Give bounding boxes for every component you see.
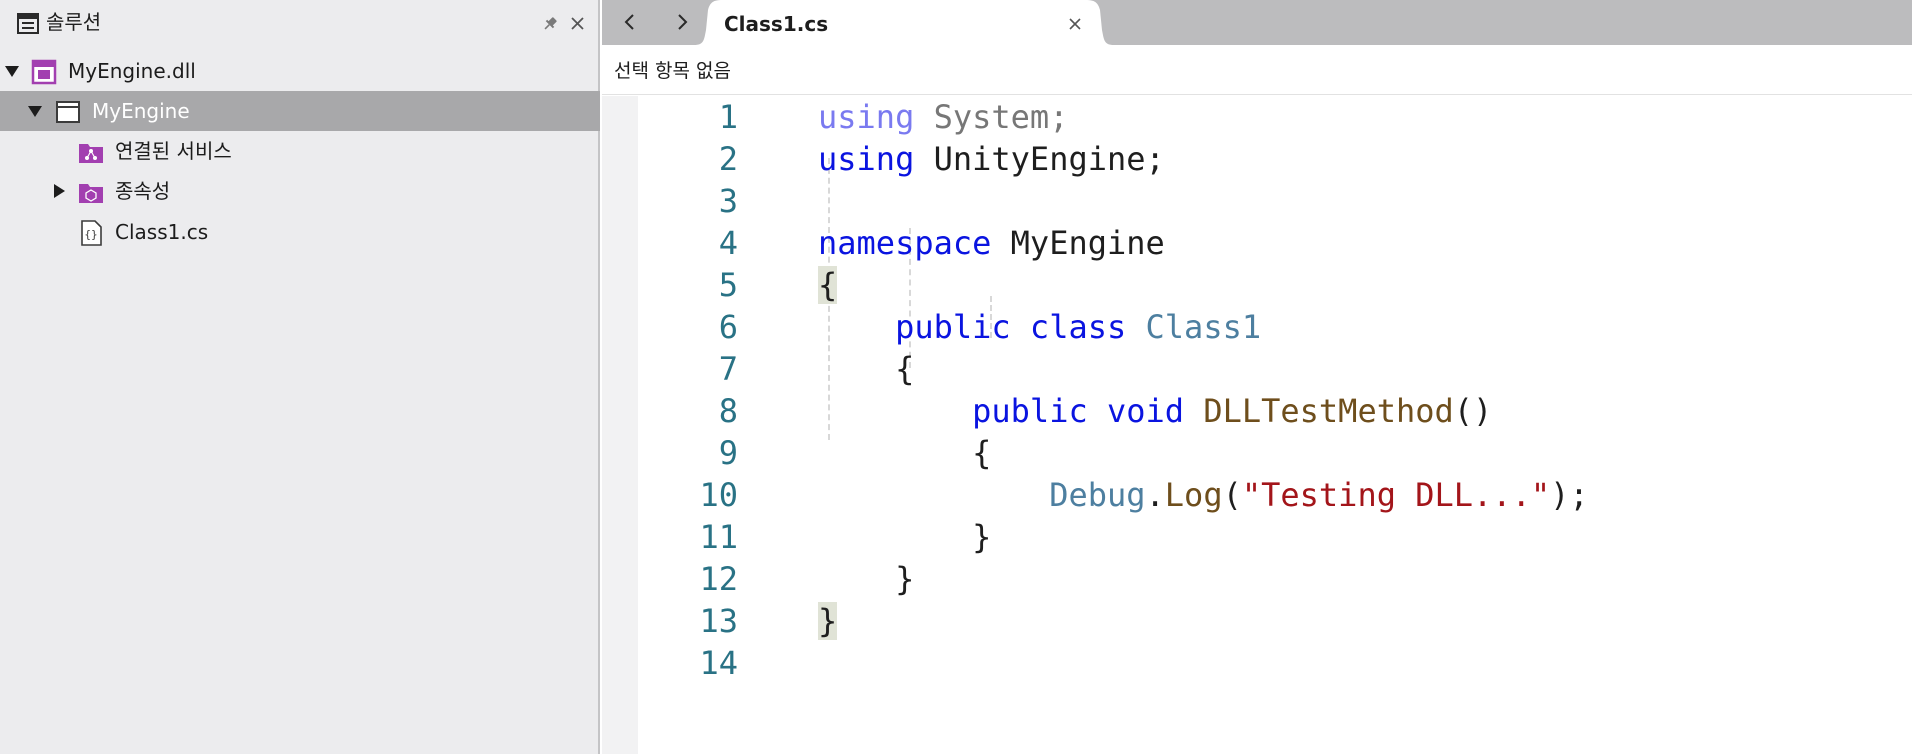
tree-item-label: MyEngine <box>92 99 190 123</box>
code-keyword: using <box>818 140 915 178</box>
code-text: () <box>1453 392 1493 430</box>
code-line-11: } <box>818 516 991 558</box>
svg-text:{}: {} <box>84 228 97 241</box>
back-arrow-icon[interactable] <box>616 8 644 36</box>
code-text: MyEngine <box>991 224 1165 262</box>
project-icon <box>56 101 80 123</box>
line-number: 10 <box>699 476 738 514</box>
connected-services-icon <box>79 144 103 163</box>
csharp-file-icon: {} <box>81 220 102 246</box>
line-number: 5 <box>718 266 738 304</box>
tree-item-myengine-dll[interactable]: MyEngine.dll <box>0 51 600 91</box>
line-number: 13 <box>699 602 738 640</box>
code-line-7: { <box>818 348 914 390</box>
expanded-arrow-icon[interactable] <box>27 103 43 119</box>
tree-item-dependencies[interactable]: 종속성 <box>0 171 600 211</box>
pin-icon[interactable] <box>542 16 558 32</box>
line-number: 12 <box>699 560 738 598</box>
code-editor[interactable]: 1 2 3 4 5 6 7 8 9 10 11 12 13 14 using S… <box>602 96 1912 754</box>
code-keyword: public <box>895 308 1011 346</box>
code-line-5: { <box>818 264 838 306</box>
code-brace: } <box>895 560 915 598</box>
code-keyword: namespace <box>818 224 992 262</box>
tree-item-label: Class1.cs <box>115 220 209 244</box>
collapsed-arrow-icon[interactable] <box>51 183 67 199</box>
tree-item-label: 종속성 <box>115 179 171 203</box>
dependencies-icon <box>79 184 103 203</box>
line-number: 1 <box>718 98 738 136</box>
tree-item-class1-cs[interactable]: {} Class1.cs <box>0 212 600 252</box>
tab-close-icon[interactable] <box>1068 17 1082 31</box>
code-keyword: void <box>1106 392 1185 430</box>
line-number: 11 <box>699 518 738 556</box>
code-brace: } <box>818 602 838 640</box>
line-number: 8 <box>718 392 738 430</box>
code-text: System; <box>914 98 1069 136</box>
tab-class1-cs[interactable]: Class1.cs <box>694 0 1114 45</box>
solution-pane: 솔루션 MyEngine.dll MyEngine 연결된 서비스 종속성 {}… <box>0 0 600 754</box>
code-brace: } <box>972 518 992 556</box>
line-number: 3 <box>718 182 738 220</box>
solution-pane-header: 솔루션 <box>0 0 600 46</box>
tree-item-myengine-project[interactable]: MyEngine <box>0 91 600 131</box>
line-number: 6 <box>718 308 738 346</box>
tree-item-label: 연결된 서비스 <box>115 139 232 163</box>
close-icon[interactable] <box>570 16 585 31</box>
code-text: UnityEngine; <box>914 140 1165 178</box>
code-line-12: } <box>818 558 914 600</box>
code-keyword: public <box>972 392 1088 430</box>
code-string: "Testing DLL..." <box>1241 476 1551 514</box>
code-keyword: using <box>818 98 915 136</box>
code-text: ( <box>1222 476 1242 514</box>
code-text: . <box>1145 476 1165 514</box>
editor-margin <box>602 96 638 754</box>
code-method: Log <box>1164 476 1223 514</box>
code-line-8: public void DLLTestMethod() <box>818 390 1492 432</box>
expanded-arrow-icon[interactable] <box>4 63 20 79</box>
tree-item-label: MyEngine.dll <box>68 59 196 83</box>
line-number: 4 <box>718 224 738 262</box>
code-line-2: using UnityEngine; <box>818 138 1165 180</box>
line-number: 2 <box>718 140 738 178</box>
tab-bar: Class1.cs <box>602 0 1912 45</box>
code-type: Class1 <box>1145 308 1262 346</box>
code-method: DLLTestMethod <box>1203 392 1454 430</box>
code-line-10: Debug.Log("Testing DLL..."); <box>818 474 1589 516</box>
code-text: ); <box>1550 476 1589 514</box>
code-line-9: { <box>818 432 991 474</box>
code-line-1: using System; <box>818 96 1068 138</box>
tree-item-connected-services[interactable]: 연결된 서비스 <box>0 131 600 171</box>
code-brace: { <box>895 350 915 388</box>
tab-label: Class1.cs <box>724 12 829 36</box>
editor-area: Class1.cs 선택 항목 없음 1 2 3 4 5 6 7 8 9 10 … <box>602 0 1912 754</box>
solution-window-icon <box>17 13 39 34</box>
breadcrumb-label: 선택 항목 없음 <box>614 60 731 82</box>
code-brace: { <box>818 266 838 304</box>
forward-arrow-icon[interactable] <box>668 8 696 36</box>
code-type: Debug <box>1049 476 1146 514</box>
line-number: 14 <box>699 644 738 682</box>
assembly-icon <box>31 59 57 85</box>
code-keyword: class <box>1029 308 1127 346</box>
solution-pane-title: 솔루션 <box>46 10 102 34</box>
code-line-13: } <box>818 600 838 642</box>
code-line-4: namespace MyEngine <box>818 222 1165 264</box>
code-line-6: public class Class1 <box>818 306 1261 348</box>
code-brace: { <box>972 434 992 472</box>
line-number: 9 <box>718 434 738 472</box>
line-number: 7 <box>718 350 738 388</box>
breadcrumb[interactable]: 선택 항목 없음 <box>602 45 1912 95</box>
